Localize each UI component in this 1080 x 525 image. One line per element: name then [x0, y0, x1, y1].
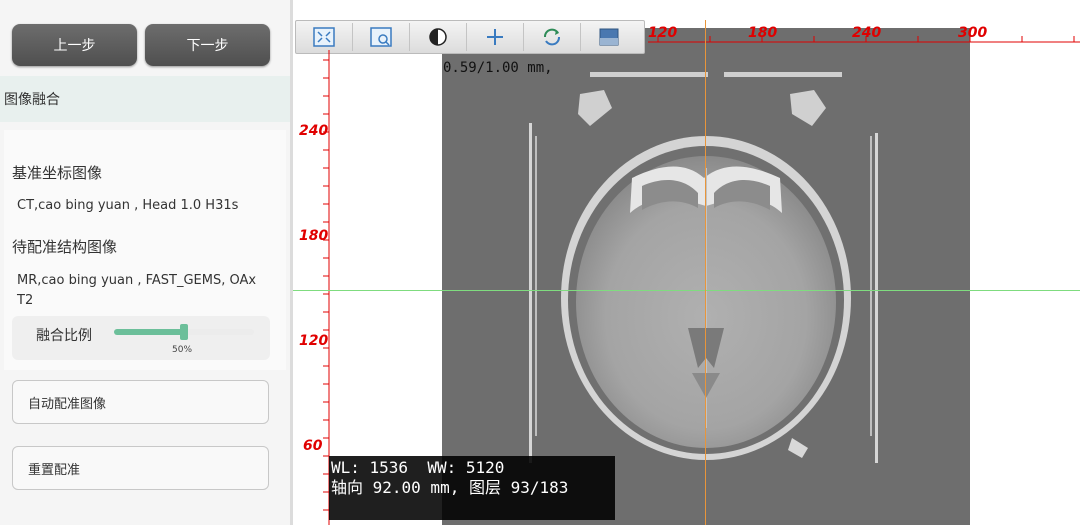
reference-image-value: CT,cao bing yuan , Head 1.0 H31s — [17, 198, 239, 213]
fusion-ratio-label: 融合比例 — [36, 328, 92, 344]
viewer-toolbar — [295, 20, 645, 54]
crosshair-button[interactable] — [467, 23, 524, 51]
pixel-spacing-info: 0.59/1.00 mm, — [443, 60, 553, 76]
auto-register-button[interactable]: 自动配准图像 — [12, 380, 269, 424]
crosshair-vertical-line[interactable] — [705, 20, 706, 525]
top-strip — [293, 0, 1080, 18]
window-level-info: WL: 1536 WW: 5120 轴向 92.00 mm, 图层 93/183 — [329, 456, 615, 520]
v-tick-label: 240 — [299, 123, 329, 139]
h-tick-label: 300 — [958, 25, 988, 41]
h-tick-label: 180 — [748, 25, 778, 41]
wl-ww-text: WL: 1536 WW: 5120 — [331, 458, 505, 477]
rotate-icon — [544, 28, 560, 46]
overlay-icon — [599, 28, 619, 46]
fused-image[interactable] — [442, 28, 970, 525]
contrast-button[interactable] — [410, 23, 467, 51]
slider-fill — [114, 329, 184, 335]
fit-window-button[interactable] — [296, 23, 353, 51]
reset-register-button[interactable]: 重置配准 — [12, 446, 269, 490]
slider-thumb[interactable] — [180, 324, 188, 340]
h-tick-label: 120 — [648, 25, 678, 41]
fusion-config-panel: 基准坐标图像 CT,cao bing yuan , Head 1.0 H31s … — [4, 130, 286, 370]
fusion-ratio-slider[interactable] — [114, 324, 254, 340]
moving-image-label: 待配准结构图像 — [12, 238, 118, 256]
image-viewer[interactable]: 120 180 240 300 240 180 120 60 0.59/1.00… — [293, 0, 1080, 525]
h-tick-label: 240 — [852, 25, 882, 41]
rotate-button[interactable] — [524, 23, 581, 51]
fusion-ratio-value: 50% — [172, 345, 193, 355]
fusion-ratio-control: 融合比例 50% — [12, 316, 270, 360]
slice-position-text: 轴向 92.00 mm, 图层 93/183 — [331, 478, 569, 497]
brain-scan-image — [529, 72, 878, 463]
v-tick-label: 120 — [299, 333, 329, 349]
v-tick-label: 180 — [299, 228, 329, 244]
horizontal-ruler: 120 180 240 300 — [648, 20, 1080, 50]
zoom-box-icon — [370, 27, 392, 47]
fit-window-icon — [313, 27, 335, 47]
crosshair-horizontal-line[interactable] — [293, 290, 1080, 291]
crosshair-icon — [487, 29, 503, 45]
contrast-icon — [429, 28, 447, 46]
reference-image-label: 基准坐标图像 — [12, 164, 103, 182]
next-step-button[interactable]: 下一步 — [145, 24, 270, 66]
zoom-box-button[interactable] — [353, 23, 410, 51]
vertical-ruler: 240 180 120 60 — [293, 50, 333, 525]
section-header: 图像融合 — [0, 76, 290, 122]
moving-image-value: MR,cao bing yuan , FAST_GEMS, OAx T2 — [17, 273, 257, 308]
sidebar: 上一步 下一步 图像融合 基准坐标图像 CT,cao bing yuan , H… — [0, 0, 290, 525]
v-tick-label: 60 — [303, 438, 323, 454]
overlay-button[interactable] — [581, 23, 637, 51]
prev-step-button[interactable]: 上一步 — [12, 24, 137, 66]
